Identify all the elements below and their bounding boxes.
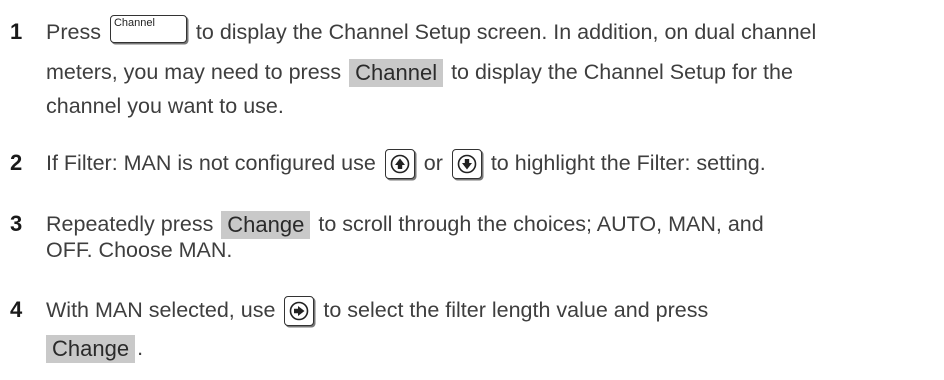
step-text: channel you want to use.: [46, 94, 284, 118]
step-3-line-2: OFF. Choose MAN.: [46, 234, 232, 266]
step-text: to select the filter length value and pr…: [317, 298, 709, 322]
step-1-line-3: channel you want to use.: [46, 90, 284, 122]
step-text: Repeatedly press: [46, 212, 220, 236]
step-4-line-2: Change.: [46, 332, 143, 364]
step-text: OFF. Choose MAN.: [46, 238, 233, 262]
step-number: 1: [10, 19, 23, 44]
channel-softkey: Channel: [349, 59, 444, 88]
step-4-line-1: With MAN selected, use to select the fil…: [46, 294, 709, 327]
down-arrow-key-icon: [451, 149, 482, 180]
channel-hardkey: Channel: [109, 15, 187, 44]
step-text: or: [417, 151, 449, 175]
step-1-line-1: Press Channel to display the Channel Set…: [46, 15, 817, 48]
step-text: .: [137, 336, 144, 360]
step-text: meters, you may need to press: [46, 60, 348, 84]
step-number: 3: [10, 211, 23, 236]
step-text: If Filter: MAN is not configured use: [46, 151, 382, 175]
channel-hardkey-label: Channel: [113, 17, 155, 30]
step-1-line-2: meters, you may need to press Channel to…: [46, 56, 793, 88]
step-text: With MAN selected, use: [46, 298, 282, 322]
step-number: 4: [10, 297, 23, 322]
step-2-line-1: If Filter: MAN is not configured use or …: [46, 147, 766, 180]
instruction-list: 1 Press Channel to display the Channel S…: [0, 0, 944, 380]
step-number: 2: [10, 150, 23, 175]
step-text: to highlight the Filter: setting.: [484, 151, 766, 175]
change-softkey: Change: [46, 335, 136, 364]
step-text: Press: [46, 20, 107, 44]
right-arrow-key-icon: [284, 296, 315, 327]
step-text: to display the Channel Setup for the: [445, 60, 793, 84]
step-text: to display the Channel Setup screen. In …: [189, 20, 817, 44]
change-softkey: Change: [221, 211, 311, 240]
up-arrow-key-icon: [384, 149, 415, 180]
step-text: to scroll through the choices; AUTO, MAN…: [312, 212, 764, 236]
